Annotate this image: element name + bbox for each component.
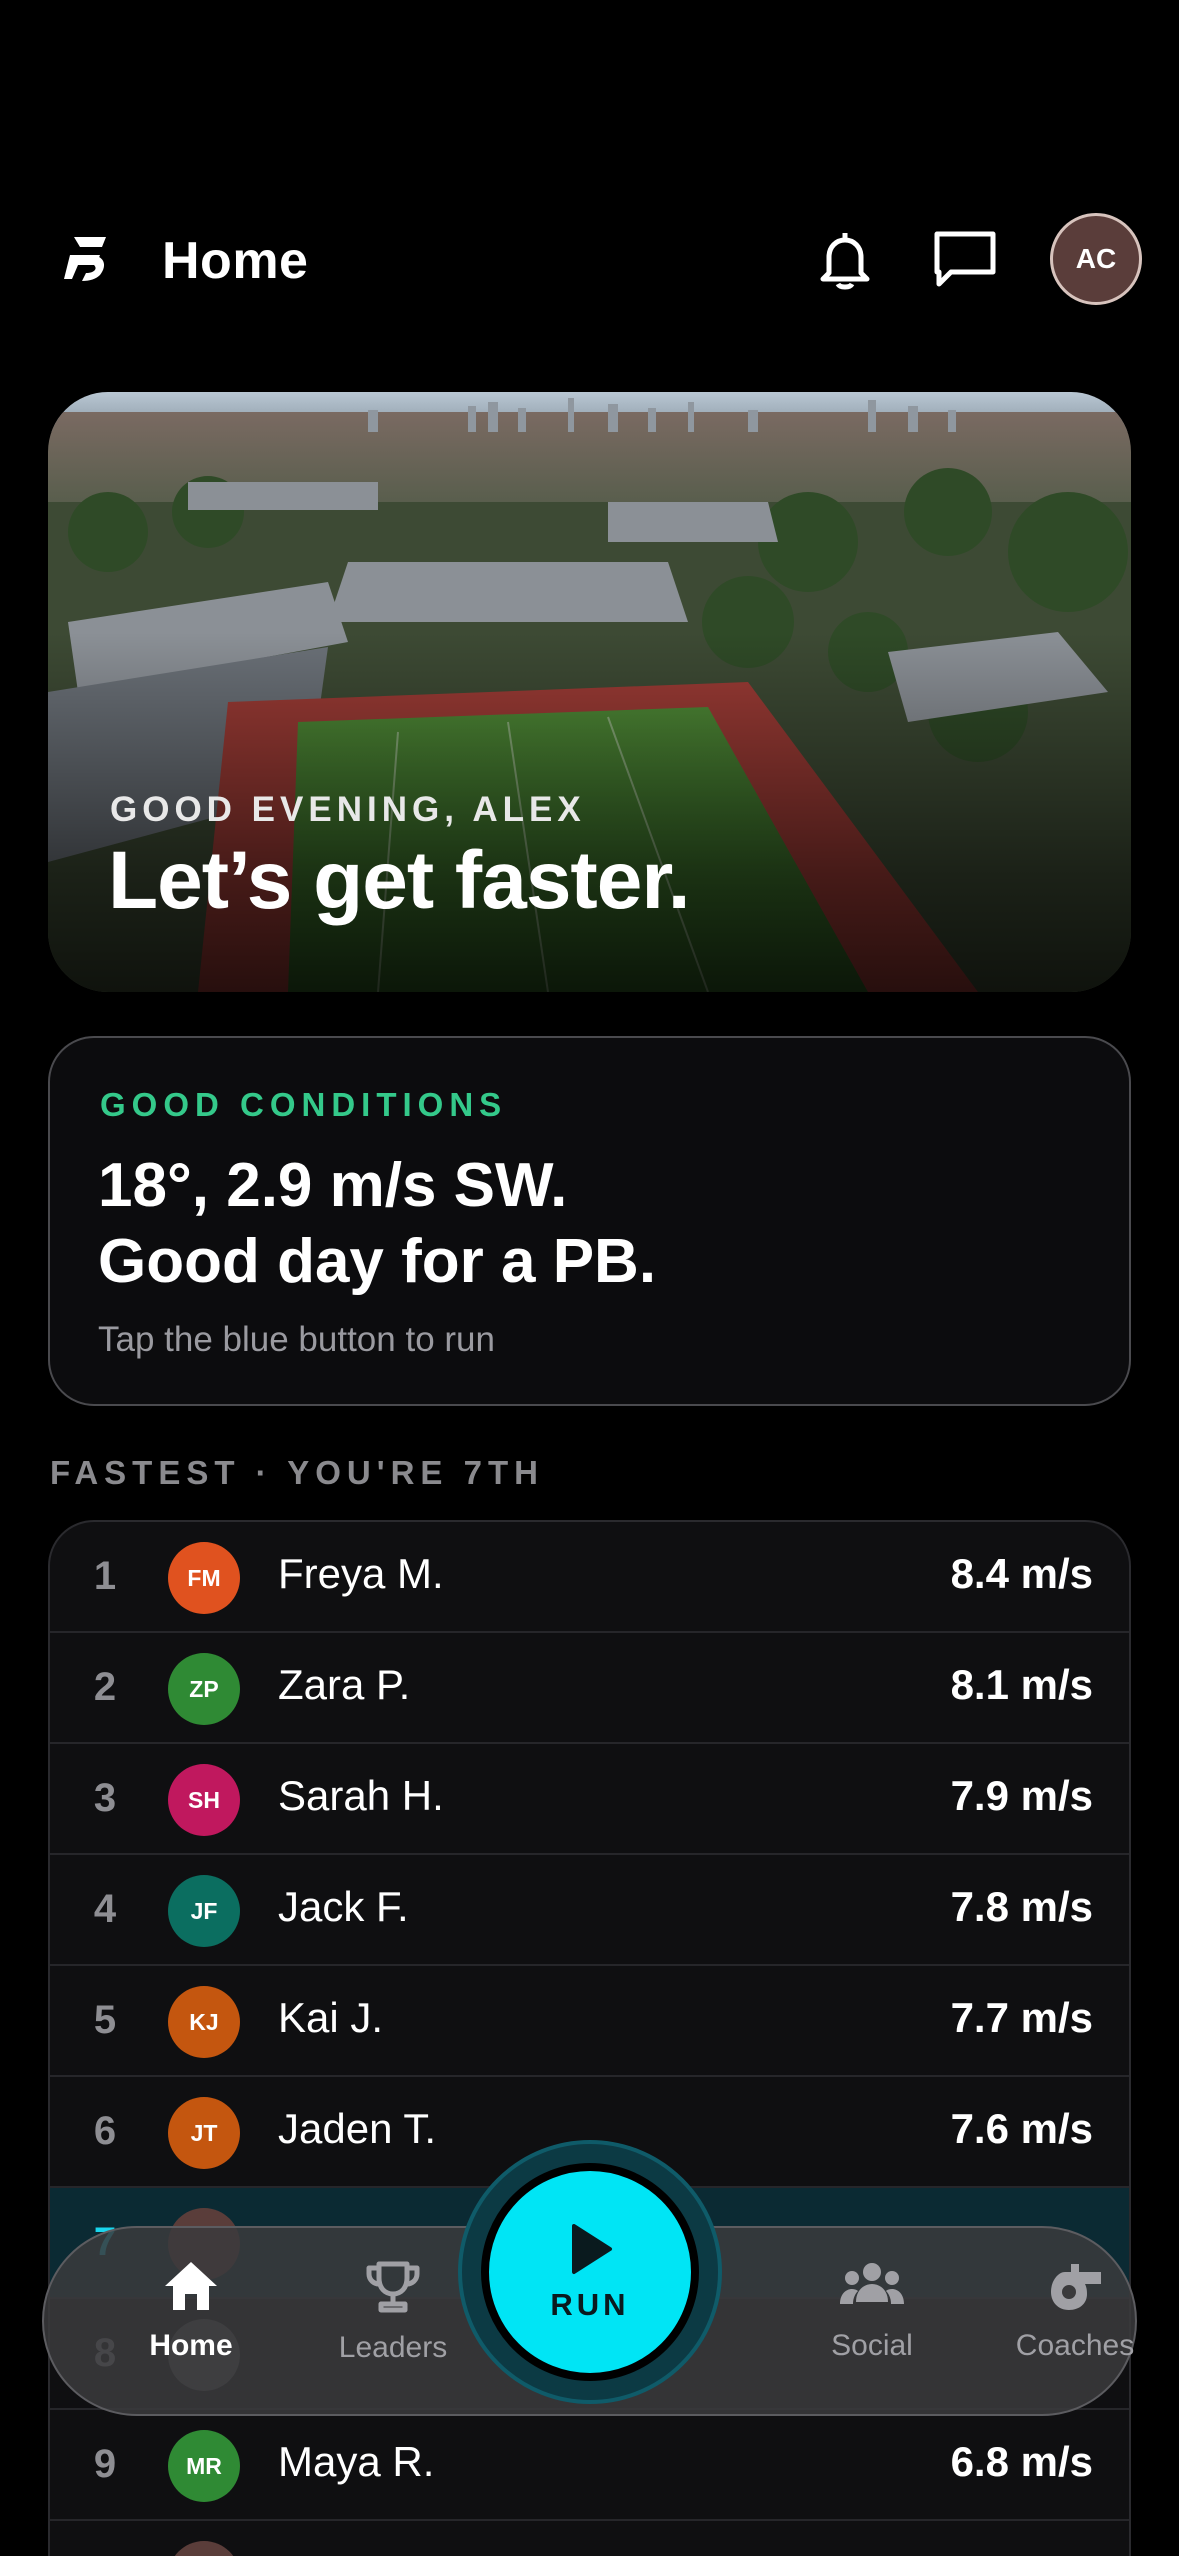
chat-icon[interactable]	[930, 225, 1000, 295]
rank-number: 3	[93, 1776, 117, 1820]
trophy-icon	[365, 2260, 421, 2319]
leaderboard-heading: FASTEST · YOU'RE 7TH	[50, 1454, 544, 1491]
rank-number: 9	[93, 2442, 117, 2486]
nav-coaches-label: Coaches	[1015, 2329, 1135, 2362]
nav-social[interactable]: Social	[787, 2260, 957, 2390]
runner-avatar: JF	[168, 1875, 240, 1947]
leaderboard-row[interactable]: 9 MR Maya R. 6.8 m/s	[50, 2410, 1129, 2521]
runner-speed: 8.4 m/s	[950, 1550, 1093, 1597]
runner-speed: 6.8 m/s	[950, 2438, 1093, 2485]
runner-name: Zara P.	[278, 1661, 411, 1708]
runner-speed: 8.1 m/s	[950, 1661, 1093, 1708]
runner-avatar: MR	[168, 2430, 240, 2502]
group-icon	[838, 2260, 906, 2317]
runner-speed: 7.8 m/s	[950, 1883, 1093, 1930]
rank-number: 2	[93, 1665, 117, 1709]
greeting-text: GOOD EVENING, ALEX	[110, 790, 586, 829]
runner-avatar	[168, 2541, 240, 2556]
runner-avatar: JT	[168, 2097, 240, 2169]
avatar[interactable]: AC	[1050, 213, 1142, 305]
run-label: RUN	[550, 2286, 630, 2322]
hero-headline: Let’s get faster.	[108, 835, 691, 926]
nav-home[interactable]: Home	[106, 2260, 276, 2390]
runner-avatar: KJ	[168, 1986, 240, 2058]
play-icon	[566, 2222, 614, 2281]
home-icon	[163, 2260, 219, 2317]
runner-speed: 7.6 m/s	[950, 2105, 1093, 2152]
nav-home-label: Home	[149, 2329, 233, 2362]
leaderboard-row[interactable]	[50, 2521, 1129, 2556]
avatar-initials: AC	[1075, 243, 1117, 274]
weather-summary: 18°, 2.9 m/s SW.	[98, 1151, 568, 1220]
runner-name: Maya R.	[278, 2438, 435, 2485]
rank-number: 4	[93, 1887, 117, 1931]
runner-name: Freya M.	[278, 1550, 444, 1597]
rank-number: 5	[93, 1998, 117, 2042]
conditions-message: Good day for a PB.	[98, 1227, 657, 1296]
run-button[interactable]: RUN	[481, 2163, 699, 2381]
fastest-logo-icon	[60, 229, 118, 287]
run-hint: Tap the blue button to run	[98, 1320, 495, 1359]
runner-avatar: FM	[168, 1542, 240, 1614]
rank-number: 1	[93, 1554, 117, 1598]
runner-avatar: SH	[168, 1764, 240, 1836]
runner-speed: 7.9 m/s	[950, 1772, 1093, 1819]
nav-leaders-label: Leaders	[338, 2331, 448, 2364]
nav-social-label: Social	[831, 2329, 913, 2362]
nav-leaders[interactable]: Leaders	[308, 2260, 478, 2390]
runner-avatar: ZP	[168, 1653, 240, 1725]
rank-number: 6	[93, 2109, 117, 2153]
runner-speed: 7.7 m/s	[950, 1994, 1093, 2041]
conditions-status: GOOD CONDITIONS	[100, 1086, 508, 1123]
run-button-ring: RUN	[458, 2140, 722, 2404]
runner-name: Kai J.	[278, 1994, 384, 2041]
nav-coaches[interactable]: Coaches	[990, 2260, 1160, 2390]
runner-name: Jaden T.	[278, 2105, 437, 2152]
app-header: Home AC	[0, 205, 1179, 320]
conditions-card[interactable]: GOOD CONDITIONS 18°, 2.9 m/s SW. Good da…	[48, 1036, 1131, 1406]
runner-name: Jack F.	[278, 1883, 409, 1930]
page-title: Home	[162, 232, 309, 290]
hero-banner: GOOD EVENING, ALEX Let’s get faster.	[48, 392, 1131, 992]
bell-icon[interactable]	[810, 225, 880, 295]
leaderboard-row[interactable]: 3 SH Sarah H. 7.9 m/s	[50, 1744, 1129, 1855]
whistle-icon	[1045, 2260, 1105, 2317]
leaderboard-row[interactable]: 4 JF Jack F. 7.8 m/s	[50, 1855, 1129, 1966]
leaderboard-row[interactable]: 1 FM Freya M. 8.4 m/s	[50, 1522, 1129, 1633]
runner-name: Sarah H.	[278, 1772, 444, 1819]
leaderboard-row[interactable]: 2 ZP Zara P. 8.1 m/s	[50, 1633, 1129, 1744]
leaderboard-row[interactable]: 5 KJ Kai J. 7.7 m/s	[50, 1966, 1129, 2077]
